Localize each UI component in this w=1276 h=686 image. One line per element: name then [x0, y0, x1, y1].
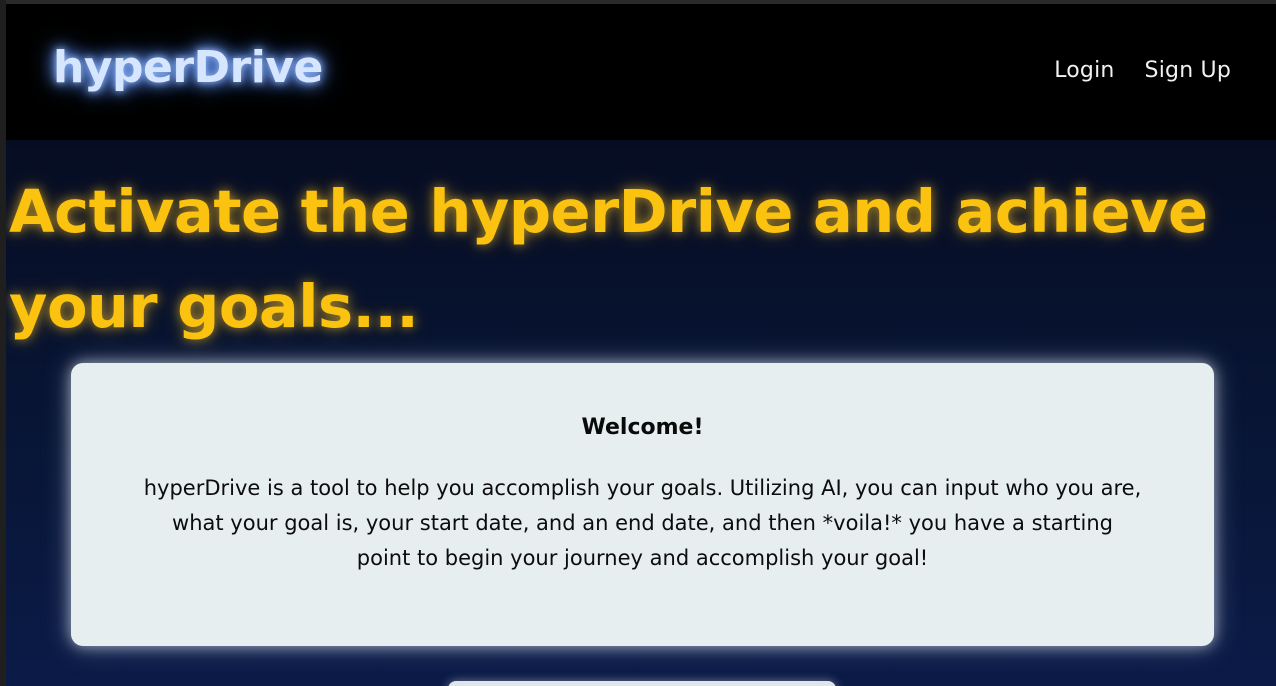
navbar: hyperDrive Login Sign Up — [6, 4, 1276, 140]
signup-link[interactable]: Sign Up — [1145, 58, 1231, 83]
app-page: hyperDrive Login Sign Up Activate the hy… — [6, 4, 1276, 686]
welcome-card: Welcome! hyperDrive is a tool to help yo… — [71, 363, 1214, 646]
next-card-peek — [448, 681, 836, 686]
nav-links: Login Sign Up — [1054, 58, 1231, 83]
welcome-heading: Welcome! — [581, 415, 704, 440]
login-link[interactable]: Login — [1054, 58, 1114, 83]
brand-logo[interactable]: hyperDrive — [53, 42, 323, 93]
hero-title: Activate the hyperDrive and achieve your… — [9, 177, 1208, 341]
welcome-description: hyperDrive is a tool to help you accompl… — [143, 476, 1142, 570]
